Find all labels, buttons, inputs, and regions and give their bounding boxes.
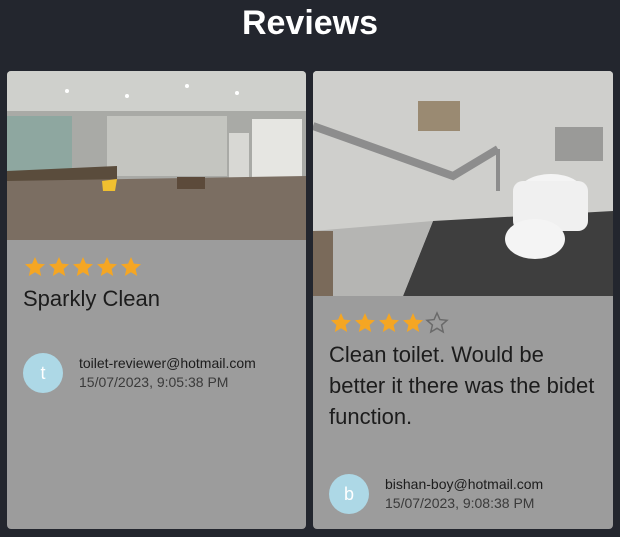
- star-empty-icon: [425, 311, 449, 334]
- star-filled-icon: [49, 257, 69, 276]
- star-filled-icon: [331, 313, 351, 332]
- star-filled-icon: [73, 257, 93, 276]
- star-rating: [23, 255, 143, 279]
- star-rating: [329, 311, 449, 335]
- review-author: t toilet-reviewer@hotmail.com 15/07/2023…: [23, 353, 256, 393]
- star-filled-icon: [403, 313, 423, 332]
- review-timestamp: 15/07/2023, 9:05:38 PM: [79, 374, 229, 390]
- review-photo: [313, 71, 613, 296]
- review-timestamp: 15/07/2023, 9:08:38 PM: [385, 495, 535, 511]
- review-card[interactable]: Sparkly Clean t toilet-reviewer@hotmail.…: [7, 71, 306, 529]
- review-card[interactable]: Clean toilet. Would be better it there w…: [313, 71, 613, 529]
- star-filled-icon: [25, 257, 45, 276]
- review-photo: [7, 71, 306, 240]
- avatar: b: [329, 474, 369, 514]
- author-email: bishan-boy@hotmail.com: [385, 476, 544, 492]
- star-filled-icon: [355, 313, 375, 332]
- avatar: t: [23, 353, 63, 393]
- review-text: Clean toilet. Would be better it there w…: [329, 342, 595, 429]
- page-title: Reviews: [241, 4, 379, 42]
- star-filled-icon: [121, 257, 141, 276]
- author-email: toilet-reviewer@hotmail.com: [79, 355, 256, 371]
- star-filled-icon: [379, 313, 399, 332]
- review-text: Sparkly Clean: [23, 286, 160, 311]
- review-author: b bishan-boy@hotmail.com 15/07/2023, 9:0…: [329, 474, 543, 514]
- star-filled-icon: [97, 257, 117, 276]
